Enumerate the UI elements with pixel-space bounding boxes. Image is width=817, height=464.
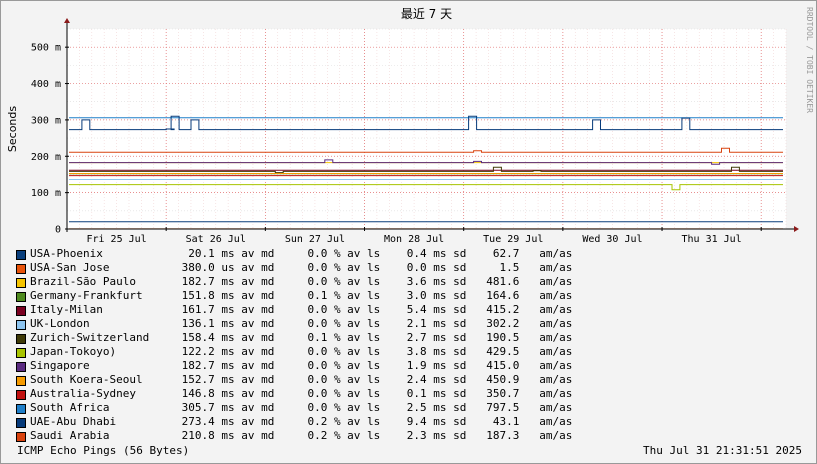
legend-series-name: Zurich-Switzerland [30,331,150,344]
legend-stats: 161.7 ms av md 0.0 % av ls 5.4 ms sd 415… [175,303,573,316]
smokeping-graph: 0 100 m 200 m 300 m 400 m 500 m Fri 25 Jul Sat … [0,0,817,464]
y-tick-label: 100 m [31,188,61,199]
legend-series-name: Brazil-São Paulo [30,275,136,288]
legend-swatch [16,348,26,358]
legend-swatch [16,390,26,400]
legend-swatch [16,278,26,288]
y-tick-label: 0 [55,225,61,236]
y-tick-label: 500 m [31,43,61,54]
y-tick-label: 400 m [31,79,61,90]
x-tick-label: Sat 26 Jul [186,234,246,245]
x-tick-label: Fri 25 Jul [86,234,146,245]
legend-stats: 152.7 ms av md 0.0 % av ls 2.4 ms sd 450… [175,373,573,386]
legend-series-name: USA-San Jose [30,261,110,274]
x-tick-label: Sun 27 Jul [285,234,345,245]
legend-stats: 210.8 ms av md 0.2 % av ls 2.3 ms sd 187… [175,429,573,442]
y-axis-label: Seconds [6,106,19,152]
footer-probe-label: ICMP Echo Pings (56 Bytes) [17,444,190,457]
legend-stats: 305.7 ms av md 0.0 % av ls 2.5 ms sd 797… [175,401,573,414]
x-axis-arrow [794,226,799,232]
x-tick-label: Thu 31 Jul [682,234,742,245]
legend-swatch [16,306,26,316]
legend-stats: 273.4 ms av md 0.2 % av ls 9.4 ms sd 43.… [175,415,573,428]
legend-swatch [16,404,26,414]
legend-stats: 182.7 ms av md 0.0 % av ls 3.6 ms sd 481… [175,275,573,288]
legend-swatch [16,334,26,344]
y-axis-arrow [64,18,70,23]
legend-stats: 122.2 ms av md 0.0 % av ls 3.8 ms sd 429… [175,345,573,358]
legend-stats: 136.1 ms av md 0.0 % av ls 2.1 ms sd 302… [175,317,573,330]
legend-swatch [16,432,26,442]
legend-swatch [16,376,26,386]
legend-series-name: Australia-Sydney [30,387,136,400]
legend-series-name: Singapore [30,359,90,372]
chart-title: 最近 7 天 [401,7,452,21]
legend-series-name: UK-London [30,317,90,330]
legend-series-name: South Africa [30,401,110,414]
x-tick-label: Tue 29 Jul [483,234,543,245]
legend-stats: 20.1 ms av md 0.0 % av ls 0.4 ms sd 62.7… [175,247,573,260]
legend-series-name: Saudi Arabia [30,429,110,442]
legend-series-name: Italy-Milan [30,303,103,316]
legend-series-name: Japan-Tokoyo) [30,345,117,358]
legend-swatch [16,418,26,428]
y-tick-label: 300 m [31,115,61,126]
legend-stats: 380.0 us av md 0.0 % av ls 0.0 ms sd 1.5… [175,261,573,274]
footer-timestamp: Thu Jul 31 21:31:51 2025 [643,444,802,457]
legend-swatch [16,292,26,302]
legend-swatch [16,362,26,372]
x-tick-label: Wed 30 Jul [582,234,642,245]
legend-swatch [16,320,26,330]
legend-series-name: UAE-Abu Dhabi [30,415,117,428]
legend-stats: 146.8 ms av md 0.0 % av ls 0.1 ms sd 350… [175,387,573,400]
x-tick-label: Mon 28 Jul [384,234,444,245]
legend-swatch [16,264,26,274]
legend-series-name: South Koera-Seoul [30,373,143,386]
y-tick-label: 200 m [31,152,61,163]
legend-series-name: Germany-Frankfurt [30,289,143,302]
rrdtool-credit: RRDTOOL / TOBI OETIKER [805,7,814,113]
legend-stats: 182.7 ms av md 0.0 % av ls 1.9 ms sd 415… [175,359,573,372]
legend-series-name: USA-Phoenix [30,247,103,260]
legend-swatch [16,250,26,260]
legend-stats: 158.4 ms av md 0.1 % av ls 2.7 ms sd 190… [175,331,573,344]
legend-stats: 151.8 ms av md 0.1 % av ls 3.0 ms sd 164… [175,289,573,302]
